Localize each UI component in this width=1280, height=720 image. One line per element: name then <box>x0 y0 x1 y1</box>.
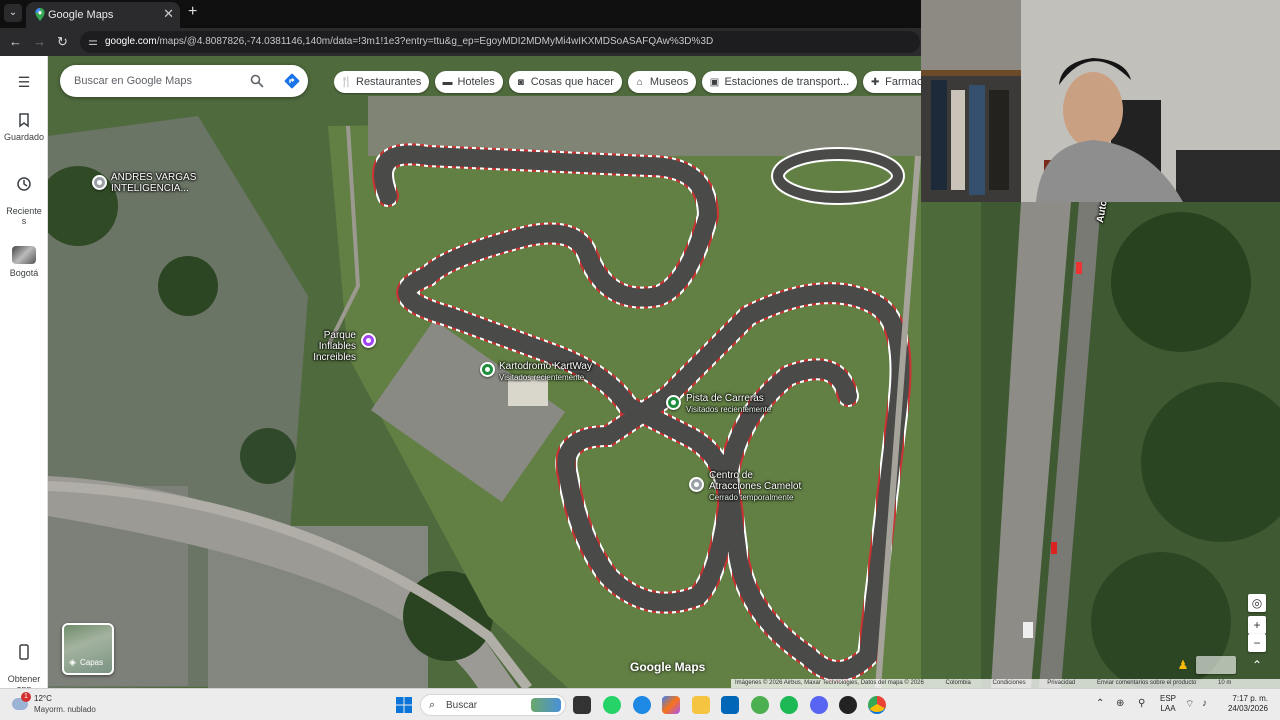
search-input[interactable]: Buscar en Google Maps <box>74 75 192 87</box>
rail-item-recent[interactable]: Reciente s <box>0 166 48 226</box>
bookmark-icon <box>19 113 29 128</box>
whatsapp-icon[interactable] <box>603 696 621 714</box>
back-arrow-icon[interactable]: ← <box>9 34 22 49</box>
maps-side-rail: ☰ Guardado Reciente s Bogotá Obtener app <box>0 56 48 694</box>
app-icon[interactable] <box>839 696 857 714</box>
chrome-profile-icon[interactable] <box>751 696 769 714</box>
spotify-icon[interactable] <box>780 696 798 714</box>
place-pin-pista-de-carreras[interactable] <box>666 395 681 410</box>
chip-restaurants[interactable]: 🍴 Restaurantes <box>334 71 430 93</box>
museum-icon: ⌂ <box>636 77 643 88</box>
file-explorer-icon[interactable] <box>692 696 710 714</box>
place-label-kartodromo[interactable]: Kartodromo KartWay Visitados recientement… <box>499 361 592 383</box>
map-attribution-bar: Imágenes © 2026 Airbus, Maxar Technologi… <box>731 679 1280 688</box>
directions-icon[interactable] <box>284 73 300 89</box>
discord-icon[interactable] <box>810 696 828 714</box>
place-label-parque-inflables[interactable]: Parque Inflables Increibles <box>288 330 356 363</box>
rail-item-saved[interactable]: Guardado <box>0 112 48 142</box>
language-indicator[interactable]: ESP LAA <box>1160 694 1176 714</box>
copilot-icon[interactable] <box>662 696 680 714</box>
camera-icon: ◙ <box>517 77 524 88</box>
maps-search-box[interactable]: Buscar en Google Maps <box>60 65 308 97</box>
search-icon: ⌕ <box>429 699 436 711</box>
chevron-up-icon[interactable]: ⌃ <box>1096 698 1104 709</box>
microphone-icon[interactable]: ⚲ <box>1138 698 1145 709</box>
chip-hotels[interactable]: ▬ Hoteles <box>435 71 503 93</box>
tab-search-button[interactable]: ⌄ <box>4 4 22 22</box>
place-label-andres-vargas[interactable]: ANDRES VARGAS INTELIGENCIA... <box>111 172 196 194</box>
google-maps-logo: Google Maps <box>630 660 706 674</box>
network-icon[interactable]: ⊕ <box>1116 698 1124 709</box>
highway-imagery <box>921 202 1280 688</box>
search-icon[interactable] <box>250 74 264 88</box>
menu-icon[interactable]: ☰ <box>0 74 48 91</box>
phone-icon <box>19 644 29 660</box>
imagery-thumbnails[interactable] <box>1196 656 1236 674</box>
edge-icon[interactable] <box>633 696 651 714</box>
expand-icon[interactable]: ⌃ <box>1248 656 1266 674</box>
footer-link-privacy[interactable]: Privacidad <box>1047 680 1075 686</box>
restaurant-icon: 🍴 <box>340 77 353 88</box>
scale-label[interactable]: 10 m <box>1218 680 1231 686</box>
tab-close-icon[interactable]: ✕ <box>163 6 174 22</box>
chrome-icon[interactable] <box>868 696 886 714</box>
weather-temp: 12°C <box>34 694 52 703</box>
windows-start-icon[interactable] <box>396 697 412 713</box>
layers-icon: ◈ <box>69 657 76 667</box>
bogota-thumbnail <box>12 246 36 264</box>
footer-link-terms[interactable]: Condiciones <box>993 680 1026 686</box>
place-pin-parque-inflables[interactable] <box>361 333 376 348</box>
footer-link-feedback[interactable]: Enviar comentarios sobre el producto <box>1097 680 1196 686</box>
taskbar-search[interactable]: ⌕ Buscar <box>420 694 566 716</box>
chip-museums[interactable]: ⌂ Museos <box>627 71 697 93</box>
layers-button[interactable]: ◈ Capas <box>62 623 114 675</box>
reload-icon[interactable]: ↻ <box>57 34 68 50</box>
pegman-icon[interactable]: ♟ <box>1174 656 1192 674</box>
zoom-out-button[interactable]: − <box>1248 634 1266 652</box>
hotel-icon: ▬ <box>442 77 453 88</box>
history-icon <box>17 177 31 191</box>
place-pin-camelot[interactable] <box>689 477 704 492</box>
new-tab-button[interactable]: + <box>188 3 197 21</box>
chip-pharmacies[interactable]: ✚Farmacias <box>863 71 921 93</box>
site-info-icon[interactable]: ⚌ <box>88 35 98 48</box>
tab-title: Google Maps <box>48 9 114 21</box>
wifi-icon[interactable]: ⌔ <box>1185 698 1194 711</box>
satellite-map-highway[interactable]: Auto <box>921 202 1280 688</box>
google-maps-favicon-icon <box>35 8 45 21</box>
rail-item-get-app[interactable]: Obtener app <box>0 634 48 694</box>
volume-icon[interactable]: ♪ <box>1202 698 1207 709</box>
chip-transit[interactable]: ▣ Estaciones de transport... <box>702 71 858 93</box>
my-location-icon[interactable]: ◎ <box>1248 594 1266 612</box>
pharmacy-icon: ✚ <box>870 77 880 88</box>
place-label-pista-de-carreras[interactable]: Pista de Carreras Visitados recientemente <box>686 393 771 415</box>
place-pin-kartodromo[interactable] <box>480 362 495 377</box>
store-icon[interactable] <box>721 696 739 714</box>
windows-taskbar: 1 12°C Mayorm. nublado ⌕ Buscar ⌃ ⊕ ⚲ ES… <box>0 688 1280 720</box>
rail-item-bogota[interactable]: Bogotá <box>0 246 48 278</box>
chip-things-to-do[interactable]: ◙ Cosas que hacer <box>508 71 622 93</box>
place-pin-andres-vargas[interactable] <box>92 175 107 190</box>
webcam-video <box>921 0 1280 202</box>
task-view-icon[interactable] <box>573 696 591 714</box>
notification-badge: 1 <box>21 692 31 702</box>
transit-icon: ▣ <box>709 77 720 88</box>
system-clock[interactable]: 7:17 p. m. 24/03/2026 <box>1224 694 1268 714</box>
place-label-camelot[interactable]: Centro de Atracciones Camelot Cerrado temp… <box>709 470 801 503</box>
weather-condition: Mayorm. nublado <box>34 705 96 714</box>
browser-tab[interactable]: Google Maps ✕ <box>26 2 180 28</box>
footer-link-country[interactable]: Colombia <box>946 680 971 686</box>
search-highlight-image <box>531 698 561 712</box>
address-bar[interactable]: ⚌ google.com/maps/@4.8087826,-74.0381146… <box>80 31 920 53</box>
forward-arrow-icon[interactable]: → <box>33 34 46 49</box>
webcam-overlay <box>921 0 1280 202</box>
category-chips: 🍴 Restaurantes ▬ Hoteles ◙ Cosas que hacer ⌂ Mu… <box>334 71 921 95</box>
zoom-in-button[interactable]: + <box>1248 616 1266 634</box>
url-text: google.com/maps/@4.8087826,-74.0381146,1… <box>105 36 714 47</box>
